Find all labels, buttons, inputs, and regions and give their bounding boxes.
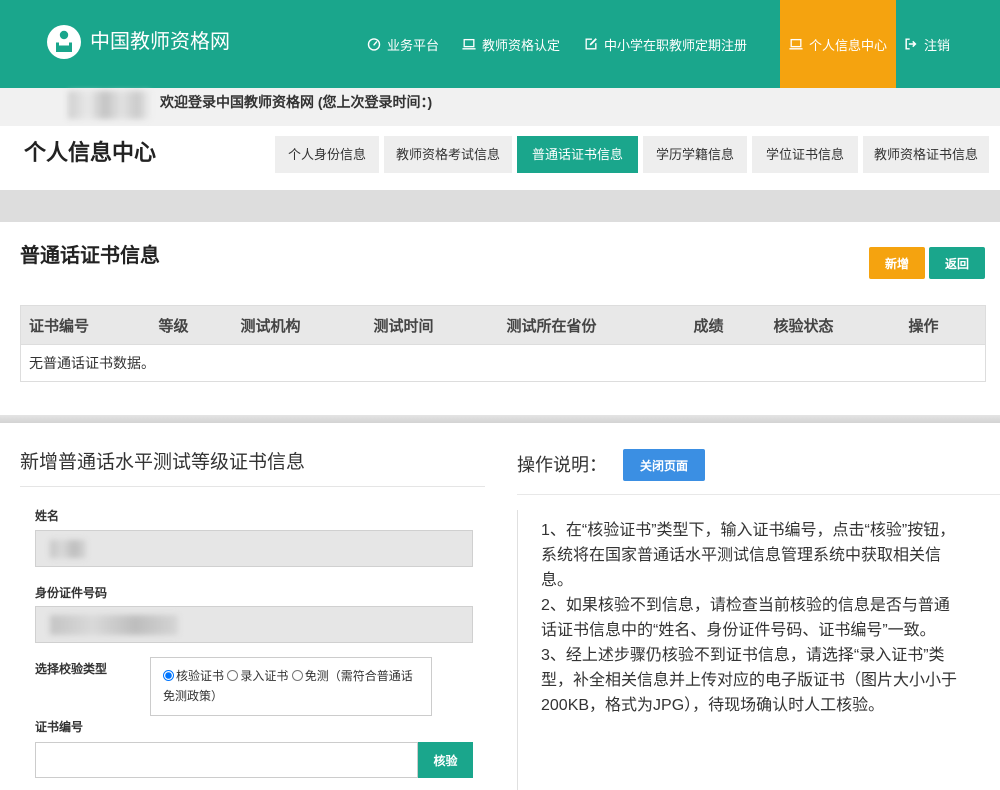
nav-business-platform[interactable]: 业务平台 bbox=[367, 0, 439, 88]
nav-label: 中小学在职教师定期注册 bbox=[604, 37, 748, 53]
welcome-bar: 欢迎登录中国教师资格网 (您上次登录时间：) bbox=[0, 88, 1000, 126]
site-logo[interactable] bbox=[46, 24, 82, 60]
nav-qualification-certification[interactable]: 教师资格认定 bbox=[462, 0, 560, 88]
column-header-level: 等级 bbox=[150, 305, 233, 345]
column-header-score: 成绩 bbox=[685, 305, 766, 345]
app-root: 中国教师资格网 业务平台 教师资格认定 中小学在职教师定期注册 个人信息中心 注… bbox=[0, 0, 1000, 790]
blurred-user-avatar bbox=[68, 91, 150, 119]
tab-degree-certificate[interactable]: 学位证书信息 bbox=[752, 136, 858, 173]
edit-icon bbox=[584, 37, 598, 51]
cert-number-label: 证书编号 bbox=[35, 720, 84, 734]
column-header-verify-status: 核验状态 bbox=[765, 305, 901, 345]
nav-periodic-registration[interactable]: 中小学在职教师定期注册 bbox=[584, 0, 747, 88]
close-page-button[interactable]: 关闭页面 bbox=[623, 449, 705, 481]
tab-exam-info[interactable]: 教师资格考试信息 bbox=[384, 136, 512, 173]
add-certificate-section: 新增普通话水平测试等级证书信息 姓名 身份证件号码 选择校验类型 核验证书 录入… bbox=[0, 423, 1000, 790]
column-header-cert-number: 证书编号 bbox=[20, 305, 151, 345]
nav-logout[interactable]: 注销 bbox=[904, 0, 950, 88]
column-header-test-province: 测试所在省份 bbox=[498, 305, 686, 345]
blurred-id-value bbox=[50, 615, 178, 635]
page-title: 个人信息中心 bbox=[24, 140, 157, 165]
site-title[interactable]: 中国教师资格网 bbox=[90, 29, 230, 55]
monitor-icon bbox=[789, 37, 803, 51]
certificate-table: 证书编号 等级 测试机构 测试时间 测试所在省份 成绩 核验状态 操作 无普通话… bbox=[20, 305, 986, 382]
radio-verify-certificate[interactable] bbox=[163, 670, 174, 681]
dashboard-icon bbox=[367, 37, 381, 51]
instruction-item: 2、如果核验不到信息，请检查当前核验的信息是否与普通话证书信息中的“姓名、身份证… bbox=[541, 597, 950, 639]
tab-identity-info[interactable]: 个人身份信息 bbox=[275, 136, 379, 173]
verify-type-radio-group: 核验证书 录入证书 免测（需符合普通话免测政策） bbox=[150, 657, 432, 716]
tab-mandarin-certificate[interactable]: 普通话证书信息 bbox=[517, 136, 638, 173]
radio-label: 核验证书 bbox=[176, 669, 225, 683]
panel-bottom-shadow bbox=[0, 415, 1000, 423]
blurred-name-value bbox=[50, 540, 86, 558]
form-title: 新增普通话水平测试等级证书信息 bbox=[20, 452, 306, 473]
back-button[interactable]: 返回 bbox=[929, 247, 985, 279]
tab-education-info[interactable]: 学历学籍信息 bbox=[643, 136, 747, 173]
table-row: 无普通话证书数据。 bbox=[20, 344, 986, 382]
column-header-test-agency: 测试机构 bbox=[232, 305, 366, 345]
radio-label: 录入证书 bbox=[240, 669, 289, 683]
section-divider-band bbox=[0, 190, 1000, 222]
tab-teacher-certificate[interactable]: 教师资格证书信息 bbox=[863, 136, 989, 173]
instruction-item: 3、经上述步骤仍核验不到证书信息，请选择“录入证书”类型，补全相关信息并上传对应… bbox=[541, 647, 958, 714]
nav-label: 个人信息中心 bbox=[808, 37, 887, 53]
instructions-box: 1、在“核验证书”类型下，输入证书编号，点击“核验”按钮，系统将在国家普通话水平… bbox=[517, 510, 987, 790]
name-label: 姓名 bbox=[35, 509, 60, 523]
id-number-label: 身份证件号码 bbox=[35, 586, 108, 600]
instructions-divider bbox=[517, 494, 1000, 495]
monitor-icon bbox=[462, 37, 476, 51]
verify-button[interactable]: 核验 bbox=[418, 742, 473, 778]
panel-title: 普通话证书信息 bbox=[20, 245, 160, 267]
column-header-actions: 操作 bbox=[900, 305, 986, 345]
nav-label: 业务平台 bbox=[387, 37, 440, 53]
radio-exempt[interactable] bbox=[291, 670, 303, 681]
mandarin-certificate-panel: 普通话证书信息 新增 返回 证书编号 等级 测试机构 测试时间 测试所在省份 成… bbox=[0, 222, 1000, 415]
column-header-test-time: 测试时间 bbox=[365, 305, 499, 345]
radio-option-verify-certificate[interactable]: 核验证书 bbox=[163, 669, 224, 683]
top-header: 中国教师资格网 业务平台 教师资格认定 中小学在职教师定期注册 个人信息中心 注… bbox=[0, 0, 1000, 88]
instructions-title: 操作说明： bbox=[517, 455, 607, 475]
nav-label: 注销 bbox=[924, 37, 951, 53]
instruction-item: 1、在“核验证书”类型下，输入证书编号，点击“核验”按钮，系统将在国家普通话水平… bbox=[541, 522, 956, 589]
cert-number-input[interactable] bbox=[35, 742, 418, 778]
info-tabs: 个人身份信息 教师资格考试信息 普通话证书信息 学历学籍信息 学位证书信息 教师… bbox=[275, 136, 989, 173]
teacher-logo-icon bbox=[46, 24, 82, 60]
name-field bbox=[35, 530, 473, 567]
table-header-row: 证书编号 等级 测试机构 测试时间 测试所在省份 成绩 核验状态 操作 bbox=[20, 305, 986, 345]
add-button[interactable]: 新增 bbox=[869, 247, 925, 279]
radio-option-enter-certificate[interactable]: 录入证书 bbox=[227, 669, 288, 683]
form-divider bbox=[20, 486, 485, 487]
page-title-row: 个人信息中心 个人身份信息 教师资格考试信息 普通话证书信息 学历学籍信息 学位… bbox=[0, 126, 1000, 190]
empty-table-message: 无普通话证书数据。 bbox=[20, 344, 986, 382]
welcome-message: 欢迎登录中国教师资格网 (您上次登录时间：) bbox=[160, 94, 433, 110]
id-number-field bbox=[35, 606, 473, 643]
nav-personal-info-center[interactable]: 个人信息中心 bbox=[780, 0, 896, 88]
logout-icon bbox=[904, 37, 918, 51]
nav-label: 教师资格认定 bbox=[482, 37, 561, 53]
radio-enter-certificate[interactable] bbox=[227, 670, 239, 681]
verify-type-label: 选择校验类型 bbox=[35, 662, 108, 676]
